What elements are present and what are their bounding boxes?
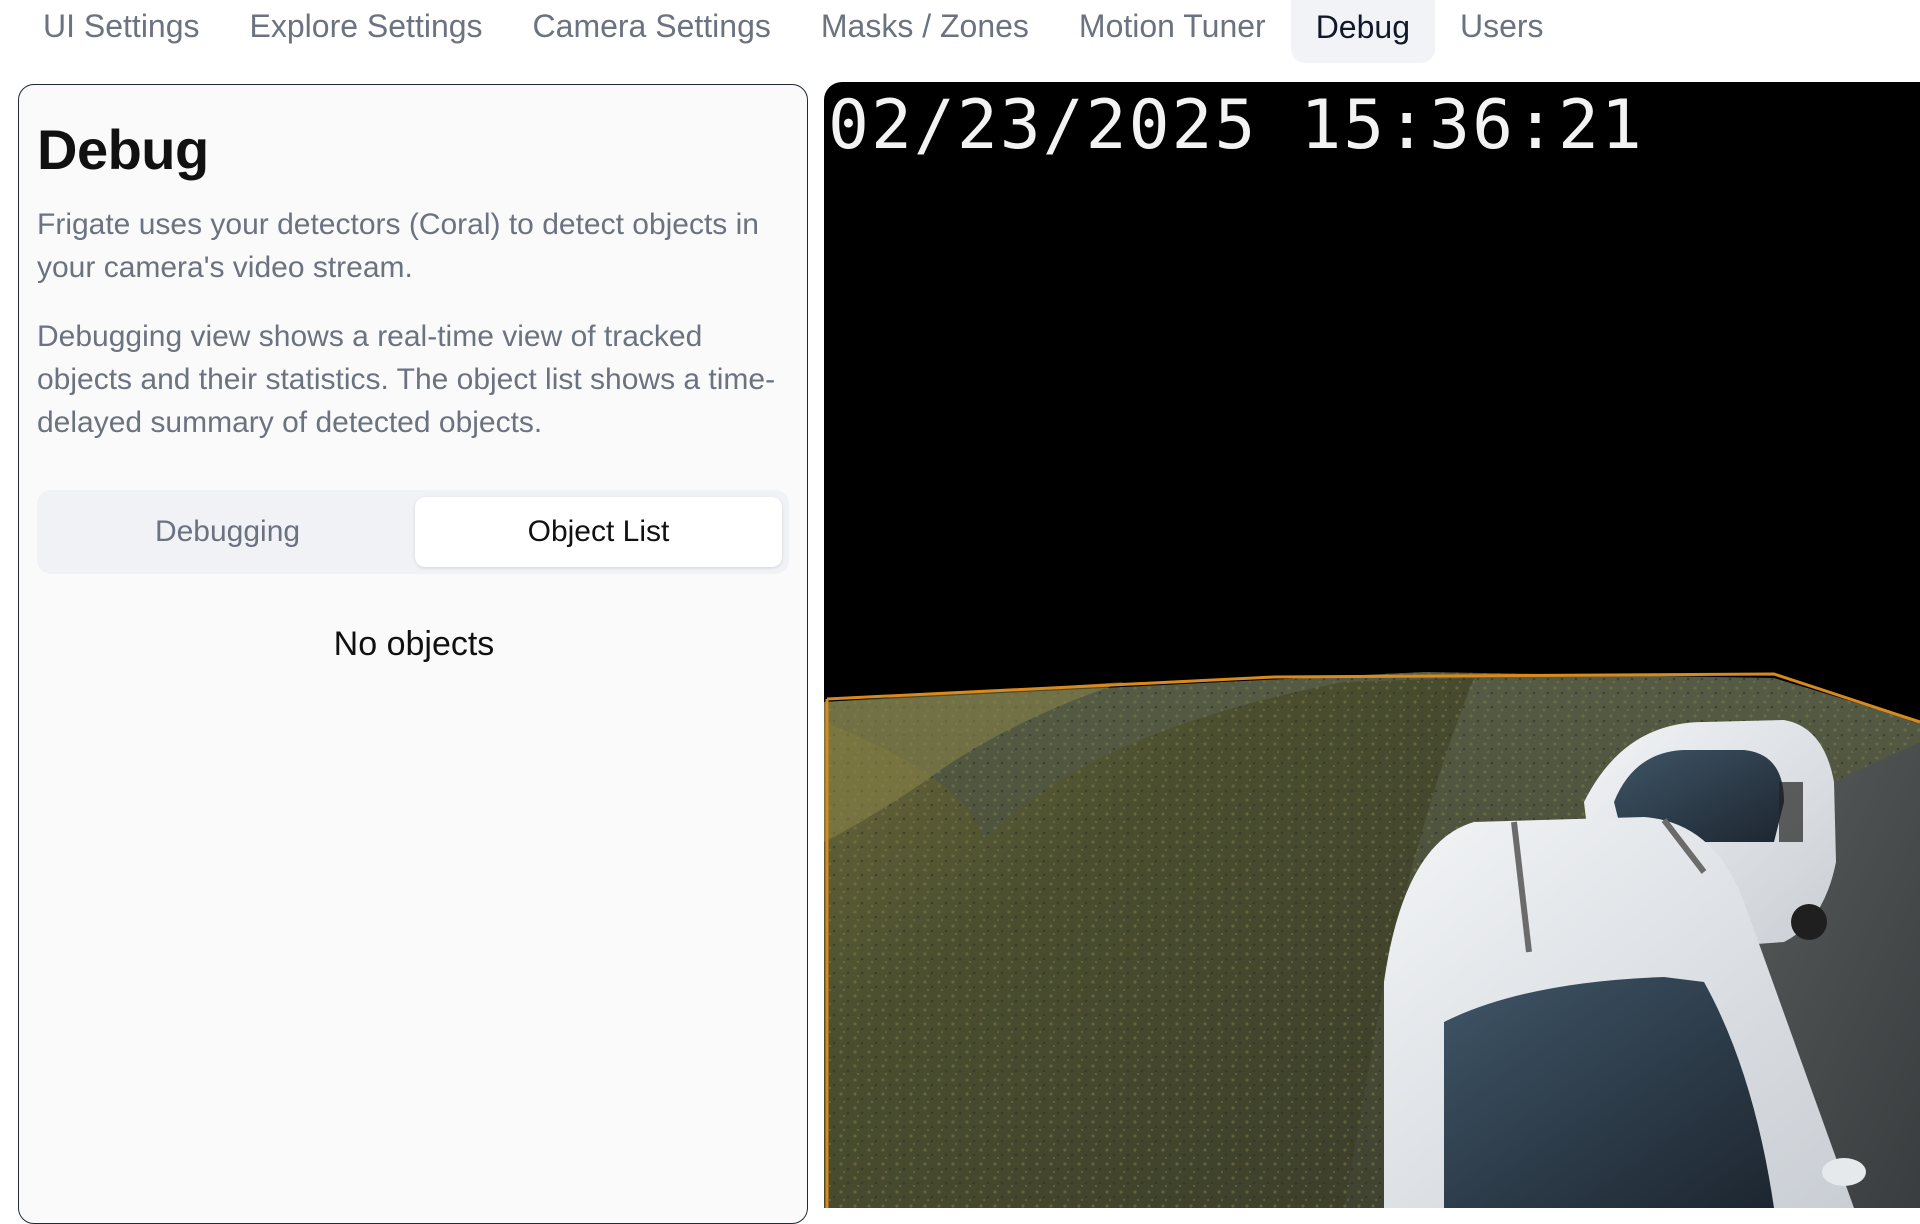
view-toggle: Debugging Object List: [37, 490, 789, 574]
tab-users[interactable]: Users: [1435, 0, 1569, 62]
camera-feed: 02/23/2025 15:36:21: [824, 82, 1920, 1208]
tab-explore-settings[interactable]: Explore Settings: [225, 0, 508, 62]
debug-panel: Debug Frigate uses your detectors (Coral…: [18, 84, 808, 1224]
camera-timestamp-overlay: 02/23/2025 15:36:21: [828, 86, 1644, 165]
tab-ui-settings[interactable]: UI Settings: [18, 0, 225, 62]
page-title: Debug: [37, 118, 209, 181]
tab-motion-tuner[interactable]: Motion Tuner: [1054, 0, 1291, 62]
camera-frame-image: [824, 672, 1920, 1208]
debug-view-description: Debugging view shows a real-time view of…: [37, 320, 776, 439]
settings-tabbar: UI Settings Explore Settings Camera Sett…: [0, 0, 1920, 70]
object-list-toggle-button[interactable]: Object List: [415, 497, 782, 567]
detectors-description: Frigate uses your detectors (Coral) to d…: [37, 208, 759, 284]
debugging-toggle-button[interactable]: Debugging: [44, 497, 411, 567]
tab-masks-zones[interactable]: Masks / Zones: [796, 0, 1054, 62]
tab-camera-settings[interactable]: Camera Settings: [508, 0, 796, 62]
tab-debug[interactable]: Debug: [1290, 0, 1435, 63]
empty-object-list-message: No objects: [333, 625, 495, 663]
